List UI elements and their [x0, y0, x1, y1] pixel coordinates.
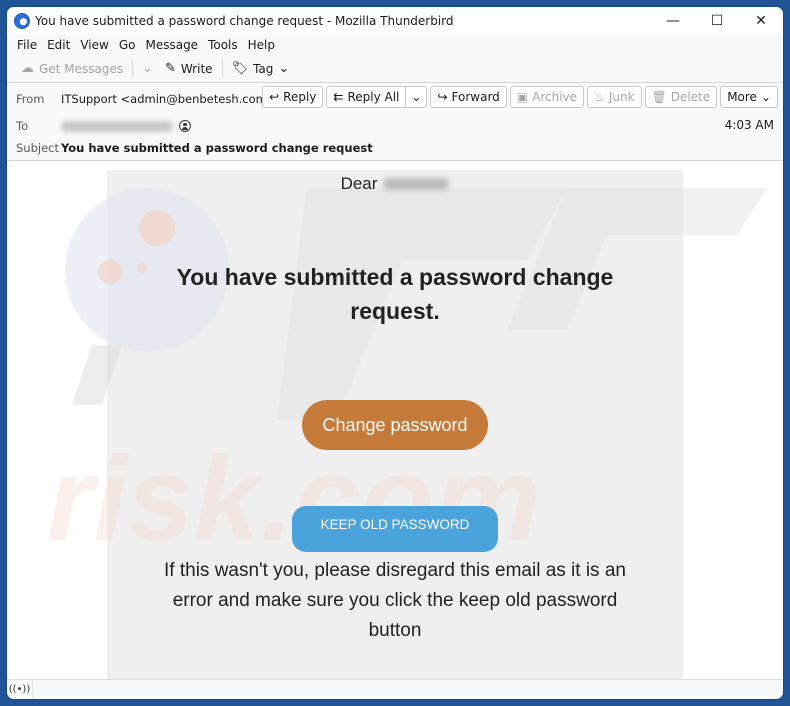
from-label: From: [16, 92, 45, 106]
greeting-text: Dear: [340, 174, 378, 193]
message-body: risk.com Dear You have submitted a passw…: [7, 170, 783, 679]
main-toolbar: ☁ Get Messages ⌄ ✎ Write 🏷 Tag ⌄: [7, 55, 783, 83]
cloud-download-icon: ☁: [21, 61, 34, 76]
junk-label: Junk: [608, 90, 635, 104]
status-bar: ((•)): [7, 679, 783, 699]
title-bar: You have submitted a password change req…: [7, 7, 783, 34]
to-label: To: [16, 119, 29, 133]
thunderbird-logo-icon: [14, 12, 30, 29]
menu-message[interactable]: Message: [140, 38, 203, 52]
delete-label: Delete: [670, 90, 711, 104]
more-button[interactable]: More ⌄: [720, 86, 778, 108]
chevron-down-icon: ⌄: [760, 90, 771, 104]
online-status-icon[interactable]: ((•)): [7, 679, 33, 699]
write-button[interactable]: ✎ Write: [159, 58, 219, 80]
tag-icon: 🏷: [231, 61, 249, 76]
message-actions: ↩ Reply ⇇ Reply All ⌄ ↪ Forward ▣ Archiv…: [262, 86, 778, 108]
forward-label: Forward: [451, 90, 500, 104]
chevron-down-icon: ⌄: [142, 61, 153, 76]
forward-button[interactable]: ↪ Forward: [430, 86, 507, 108]
chevron-down-icon: ⌄: [278, 61, 290, 76]
reply-icon: ↩: [269, 90, 280, 104]
toolbar-separator: [132, 59, 134, 78]
menu-tools[interactable]: Tools: [203, 38, 243, 52]
message-date: 4:03 AM: [724, 118, 774, 132]
subject-label: Subject: [16, 141, 59, 155]
junk-flame-icon: ♨: [594, 90, 605, 104]
message-header: From ITSupport <admin@benbetesh.com> To …: [7, 83, 783, 161]
recipient-name-redacted: [383, 178, 450, 190]
archive-label: Archive: [532, 90, 578, 104]
tag-button[interactable]: 🏷 Tag ⌄: [226, 58, 296, 80]
sender-address[interactable]: ITSupport <admin@benbetesh.com>: [61, 92, 276, 106]
trash-icon: 🗑: [651, 90, 667, 104]
more-label: More: [727, 90, 757, 104]
greeting: Dear: [107, 174, 683, 194]
reply-all-label: Reply All: [347, 90, 400, 104]
archive-icon: ▣: [516, 90, 529, 104]
get-messages-button[interactable]: ☁ Get Messages: [15, 58, 129, 80]
menu-view[interactable]: View: [75, 38, 113, 52]
email-notice: If this wasn't you, please disregard thi…: [164, 560, 626, 641]
keep-old-password-button[interactable]: KEEP OLD PASSWORD: [292, 506, 498, 552]
email-content: Dear You have submitted a password chang…: [107, 170, 683, 646]
archive-button[interactable]: ▣ Archive: [509, 86, 585, 108]
forward-icon: ↪: [437, 90, 448, 104]
subject-row: Subject You have submitted a password ch…: [16, 141, 373, 155]
write-label: Write: [180, 61, 213, 76]
menu-edit[interactable]: Edit: [42, 38, 75, 52]
thunderbird-window: You have submitted a password change req…: [7, 7, 783, 699]
reply-all-icon: ⇇: [333, 90, 344, 104]
window-title: You have submitted a password change req…: [35, 13, 454, 28]
delete-button[interactable]: 🗑 Delete: [644, 86, 718, 108]
menu-go[interactable]: Go: [114, 38, 141, 52]
reply-button[interactable]: ↩ Reply: [262, 86, 324, 108]
menu-help[interactable]: Help: [243, 38, 280, 52]
to-row: To: [16, 119, 191, 133]
contact-icon[interactable]: [179, 120, 191, 132]
minimize-button[interactable]: —: [651, 7, 695, 34]
email-headline: You have submitted a password change req…: [176, 264, 614, 324]
get-messages-label: Get Messages: [39, 61, 124, 76]
reply-all-dropdown[interactable]: ⌄: [406, 86, 428, 108]
subject-value: You have submitted a password change req…: [61, 141, 373, 155]
reply-label: Reply: [283, 90, 317, 104]
menu-bar: File Edit View Go Message Tools Help: [7, 34, 783, 55]
get-messages-dropdown[interactable]: ⌄: [136, 58, 159, 80]
close-button[interactable]: ✕: [739, 7, 783, 34]
reply-all-button[interactable]: ⇇ Reply All: [326, 86, 407, 108]
chevron-down-icon: ⌄: [411, 90, 422, 104]
tag-label: Tag: [253, 61, 274, 76]
junk-button[interactable]: ♨ Junk: [587, 86, 642, 108]
toolbar-separator: [221, 59, 223, 78]
from-row: From ITSupport <admin@benbetesh.com>: [16, 92, 295, 106]
recipient-redacted: [61, 120, 173, 132]
menu-file[interactable]: File: [12, 38, 42, 52]
pencil-icon: ✎: [164, 61, 176, 76]
maximize-button[interactable]: ☐: [695, 7, 739, 34]
change-password-button[interactable]: Change password: [302, 400, 488, 450]
